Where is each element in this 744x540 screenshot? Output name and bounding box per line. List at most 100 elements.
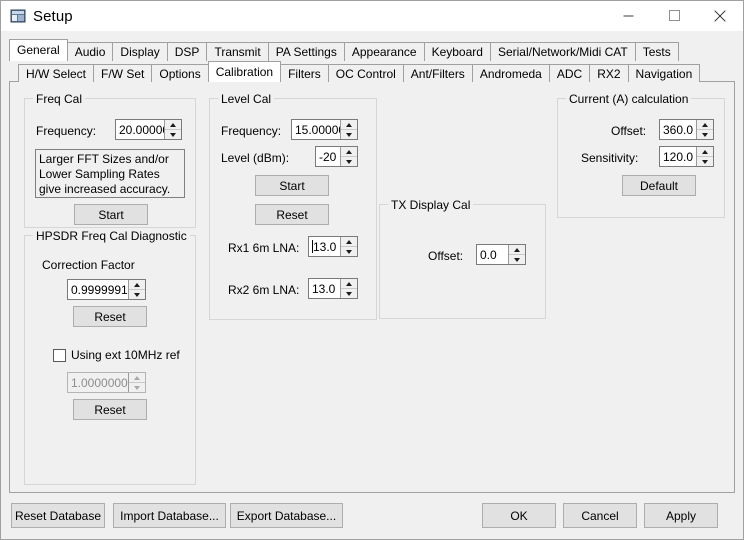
spinner-buttons[interactable]	[696, 147, 713, 166]
spinner-buttons[interactable]	[696, 120, 713, 139]
spinner-down-icon[interactable]	[697, 130, 713, 139]
current-offset-value[interactable]: 360.0	[660, 120, 696, 139]
spinner-up-icon[interactable]	[341, 120, 357, 130]
tab-rx2[interactable]: RX2	[589, 64, 629, 82]
correction-factor-reset-button[interactable]: Reset	[73, 306, 147, 327]
current-offset-spinner[interactable]: 360.0	[659, 119, 714, 140]
spinner-buttons[interactable]	[340, 147, 357, 166]
level-cal-frequency-spinner[interactable]: 15.000000	[291, 119, 358, 140]
spinner-down-icon[interactable]	[341, 289, 357, 298]
correction-factor-spinner[interactable]: 0.99999912	[67, 279, 146, 300]
spinner-down-icon[interactable]	[341, 157, 357, 166]
spinner-down-icon[interactable]	[341, 130, 357, 139]
spinner-up-icon[interactable]	[129, 280, 145, 290]
tab-label: Ant/Filters	[410, 67, 465, 81]
spinner-buttons[interactable]	[340, 237, 357, 256]
tab-keyboard[interactable]: Keyboard	[423, 42, 491, 61]
spinner-down-icon[interactable]	[165, 130, 181, 139]
maximize-button[interactable]	[651, 1, 697, 30]
tab-label: OC Control	[335, 67, 396, 81]
tab-ant-filters[interactable]: Ant/Filters	[402, 64, 473, 82]
level-cal-frequency-value[interactable]: 15.000000	[292, 120, 340, 139]
spinner-buttons[interactable]	[340, 279, 357, 298]
level-cal-group: Level Cal Frequency: 15.000000 Level (dB…	[209, 92, 377, 320]
rx2-6m-lna-value[interactable]: 13.0	[309, 279, 340, 298]
spinner-buttons[interactable]	[508, 245, 525, 264]
tab-andromeda[interactable]: Andromeda	[471, 64, 550, 82]
rx2-6m-lna-spinner[interactable]: 13.0	[308, 278, 358, 299]
window-controls	[605, 1, 743, 30]
tab-tests[interactable]: Tests	[634, 42, 679, 61]
spinner-buttons[interactable]	[164, 120, 181, 139]
spinner-up-icon[interactable]	[165, 120, 181, 130]
tab-appearance[interactable]: Appearance	[343, 42, 425, 61]
tab-navigation[interactable]: Navigation	[627, 64, 701, 82]
freq-cal-frequency-value[interactable]: 20.000000	[116, 120, 164, 139]
level-cal-level-spinner[interactable]: -20	[315, 146, 358, 167]
apply-button[interactable]: Apply	[644, 503, 718, 528]
current-default-button[interactable]: Default	[622, 175, 696, 196]
freq-cal-frequency-spinner[interactable]: 20.000000	[115, 119, 182, 140]
tx-display-cal-offset-spinner[interactable]: 0.0	[476, 244, 526, 265]
level-cal-level-value[interactable]: -20	[316, 147, 340, 166]
tab-options[interactable]: Options	[151, 64, 209, 82]
correction-factor-value[interactable]: 0.99999912	[68, 280, 128, 299]
reset-database-button[interactable]: Reset Database	[11, 503, 105, 528]
spinner-buttons[interactable]	[128, 280, 145, 299]
current-sensitivity-value[interactable]: 120.0	[660, 147, 696, 166]
tab-general[interactable]: General	[9, 39, 68, 61]
spinner-down-icon[interactable]	[697, 157, 713, 166]
tab-filters[interactable]: Filters	[280, 64, 329, 82]
spinner-buttons[interactable]	[340, 120, 357, 139]
ext-ref-value-spinner: 1.00000000	[67, 372, 146, 393]
tab-label: F/W Set	[101, 67, 145, 81]
tab-serial-network-midi-cat[interactable]: Serial/Network/Midi CAT	[489, 42, 636, 61]
tab-label: Tests	[642, 45, 671, 59]
tab-adc[interactable]: ADC	[548, 64, 591, 82]
tab-dsp[interactable]: DSP	[166, 42, 208, 61]
spinner-down-icon[interactable]	[341, 247, 357, 256]
tab-label: Filters	[288, 67, 321, 81]
tab-oc-control[interactable]: OC Control	[327, 64, 404, 82]
spinner-up-icon[interactable]	[341, 279, 357, 289]
tab-transmit[interactable]: Transmit	[206, 42, 269, 61]
tab-fw-set[interactable]: F/W Set	[93, 64, 153, 82]
using-ext-10mhz-ref-checkbox[interactable]: Using ext 10MHz ref	[53, 348, 180, 362]
current-sensitivity-spinner[interactable]: 120.0	[659, 146, 714, 167]
spinner-up-icon[interactable]	[697, 147, 713, 157]
level-cal-reset-button[interactable]: Reset	[255, 204, 329, 225]
ext-ref-value: 1.00000000	[71, 375, 128, 390]
tab-label: Navigation	[635, 67, 693, 81]
spinner-down-icon[interactable]	[509, 255, 525, 264]
tab-label: Andromeda	[479, 67, 542, 81]
tab-label: H/W Select	[26, 67, 87, 81]
spinner-up-icon[interactable]	[509, 245, 525, 255]
tab-pa-settings[interactable]: PA Settings	[267, 42, 345, 61]
tab-audio[interactable]: Audio	[66, 42, 114, 61]
rx2-6m-lna-label: Rx2 6m LNA:	[228, 283, 300, 297]
ext-ref-reset-button[interactable]: Reset	[73, 399, 147, 420]
export-database-button[interactable]: Export Database...	[230, 503, 343, 528]
rx1-6m-lna-value[interactable]: 13.0	[309, 237, 340, 256]
tx-display-cal-offset-value[interactable]: 0.0	[477, 245, 508, 264]
spinner-up-icon[interactable]	[697, 120, 713, 130]
tab-calibration[interactable]: Calibration	[207, 61, 282, 82]
spinner-up-icon[interactable]	[341, 237, 357, 247]
minimize-button[interactable]	[605, 1, 651, 30]
spinner-up-icon[interactable]	[341, 147, 357, 157]
close-button[interactable]	[697, 1, 743, 30]
freq-cal-start-button[interactable]: Start	[74, 204, 148, 225]
ok-button[interactable]: OK	[482, 503, 556, 528]
tab-label: PA Settings	[275, 45, 337, 59]
level-cal-start-button[interactable]: Start	[255, 175, 329, 196]
tab-label: Appearance	[351, 45, 417, 59]
spinner-down-icon[interactable]	[129, 290, 145, 299]
cancel-button[interactable]: Cancel	[563, 503, 637, 528]
tab-hw-select[interactable]: H/W Select	[18, 64, 95, 82]
level-cal-legend: Level Cal	[218, 92, 275, 106]
tx-display-cal-offset-label: Offset:	[428, 249, 464, 263]
rx1-6m-lna-spinner[interactable]: 13.0	[308, 236, 358, 257]
tab-display[interactable]: Display	[112, 42, 168, 61]
checkbox-box[interactable]	[53, 348, 66, 362]
import-database-button[interactable]: Import Database...	[113, 503, 226, 528]
